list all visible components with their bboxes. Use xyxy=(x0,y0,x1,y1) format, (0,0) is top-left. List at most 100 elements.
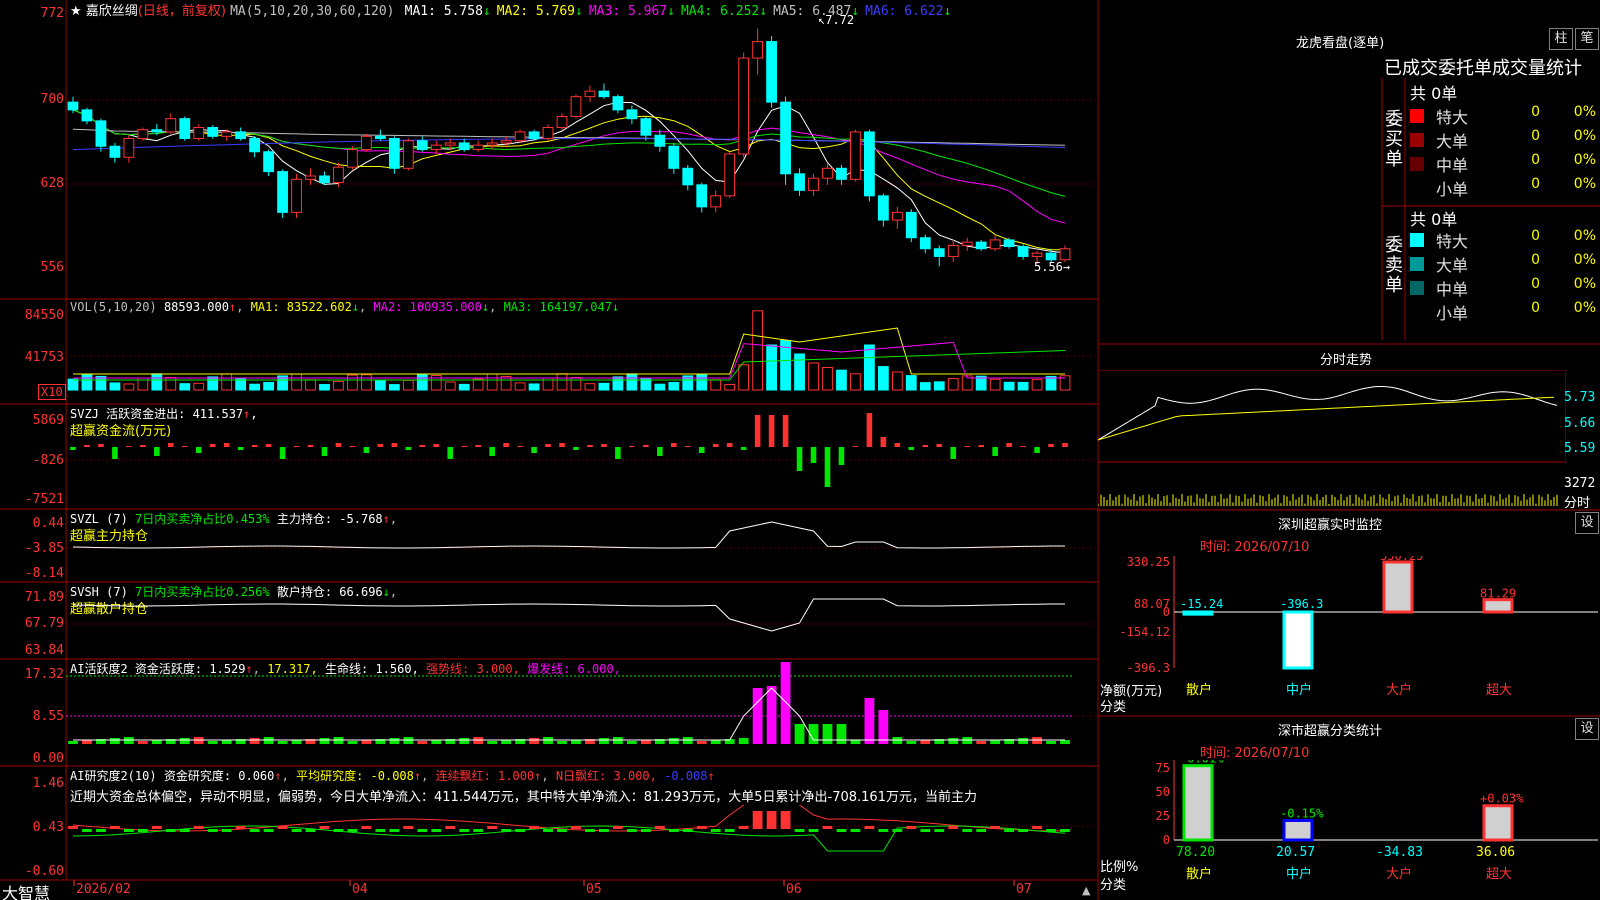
research-bar xyxy=(822,826,833,829)
intraday-avg-line xyxy=(1098,396,1555,441)
ai2-title: AI研究度2(10) 资金研究度: 0.060↑, 平均研究度: -0.008↑… xyxy=(70,769,715,783)
activity-bar xyxy=(179,738,190,744)
activity-bar xyxy=(347,741,358,744)
activity-bar xyxy=(557,741,567,744)
sz-y-label: -154.12 xyxy=(1119,625,1170,639)
sz-settings-button[interactable]: 设 xyxy=(1575,512,1599,534)
lock-icon[interactable]: ▲ xyxy=(1082,884,1090,897)
sc-settings-button[interactable]: 设 xyxy=(1575,718,1599,740)
kline-chart[interactable] xyxy=(66,14,1098,298)
fundflow-bar xyxy=(684,446,691,447)
fundflow-bar xyxy=(475,445,481,447)
candle-body xyxy=(207,127,219,137)
sz-category: 中户 xyxy=(1286,682,1312,696)
fundflow-bar xyxy=(237,447,244,450)
fundflow-bar xyxy=(279,447,286,459)
candle-body xyxy=(877,195,889,221)
order-count: 0 xyxy=(1531,300,1540,316)
fundflow-bar xyxy=(251,445,258,447)
volume-bar xyxy=(668,381,680,391)
research-bar xyxy=(347,829,358,832)
order-type: 中单 xyxy=(1436,280,1469,299)
research-bar xyxy=(906,826,917,829)
volume-bar xyxy=(738,364,750,391)
candle-body xyxy=(500,140,512,144)
intraday-button[interactable]: 分时 xyxy=(1564,492,1590,511)
activity-bar xyxy=(878,710,889,744)
fundflow-bar xyxy=(545,444,551,447)
candle-body xyxy=(738,57,750,155)
candle-body xyxy=(361,135,372,151)
candle-body xyxy=(570,96,582,117)
research-bar xyxy=(235,826,246,829)
ai2-chart xyxy=(68,805,1070,852)
bar-mode-button[interactable]: 柱 xyxy=(1549,28,1573,50)
research-bar xyxy=(836,829,847,832)
volume-bar xyxy=(249,383,261,391)
activity-bar xyxy=(291,740,302,744)
research-bar xyxy=(459,829,470,832)
candle-body xyxy=(905,211,917,239)
candle-body xyxy=(640,118,652,136)
candle-body xyxy=(933,248,945,257)
intraday-y-label: 5.73 xyxy=(1564,390,1596,405)
candle-body xyxy=(1045,252,1057,261)
sz-bar xyxy=(1282,610,1314,670)
volume-bar xyxy=(458,383,470,391)
fundflow-bar xyxy=(810,447,817,463)
activity-bar xyxy=(68,741,78,744)
candle-body xyxy=(710,195,722,208)
intraday-chart[interactable] xyxy=(1098,370,1566,508)
research-bar xyxy=(137,829,148,832)
candle-body xyxy=(402,140,414,169)
fundflow-bar xyxy=(573,447,579,450)
research-bar xyxy=(487,826,498,829)
svzl-y-label: -3.85 xyxy=(24,541,64,556)
sc-bar xyxy=(1282,818,1314,842)
candle-body xyxy=(416,140,428,151)
buy-orders-label: 委买单 xyxy=(1385,109,1403,170)
research-bar xyxy=(82,829,92,832)
candle-body xyxy=(947,244,959,257)
candle-body xyxy=(472,144,484,151)
research-bar xyxy=(557,829,567,832)
tick-mode-button[interactable]: 笔 xyxy=(1575,28,1599,50)
candle-body xyxy=(668,145,680,169)
vol-unit-badge[interactable]: X10 xyxy=(38,384,66,400)
research-bar xyxy=(613,826,623,829)
sz-y-label: -396.3 xyxy=(1127,661,1170,675)
research-bar xyxy=(543,829,553,832)
candle-body xyxy=(221,131,233,137)
fundflow-bar xyxy=(992,447,998,456)
volume-bar xyxy=(123,383,135,391)
fundflow-bar xyxy=(433,444,440,447)
sell-total: 共 0单 xyxy=(1410,210,1458,229)
volume-bar xyxy=(305,379,316,391)
sz-bar xyxy=(1482,598,1514,614)
ai2-y-label: 0.43 xyxy=(32,820,64,835)
research-bar xyxy=(68,826,78,829)
fundflow-bar xyxy=(712,444,719,447)
candle-body xyxy=(808,177,819,191)
volume-bar xyxy=(850,373,861,391)
research-bar xyxy=(752,811,763,829)
candle-body xyxy=(556,115,568,129)
research-bar xyxy=(640,829,651,832)
sz-time: 时间: 2026/07/10 xyxy=(1200,540,1310,555)
order-percent: 0% xyxy=(1573,276,1596,292)
candle-body xyxy=(291,178,302,213)
fundflow-bar xyxy=(363,447,370,453)
intraday-price-line xyxy=(1098,386,1558,441)
volume-bar xyxy=(361,374,372,391)
candle-body xyxy=(1003,239,1015,248)
intraday-y-label: 5.66 xyxy=(1564,416,1596,431)
volume-bar xyxy=(528,383,540,391)
sz-bar-value: -396.3 xyxy=(1280,597,1323,611)
activity-bar xyxy=(822,724,833,744)
candle-body xyxy=(598,90,610,98)
fundflow-bar xyxy=(559,443,565,447)
research-bar xyxy=(808,829,819,832)
activity-bar xyxy=(668,738,679,744)
research-bar xyxy=(654,826,665,829)
fundflow-bar xyxy=(391,443,398,447)
